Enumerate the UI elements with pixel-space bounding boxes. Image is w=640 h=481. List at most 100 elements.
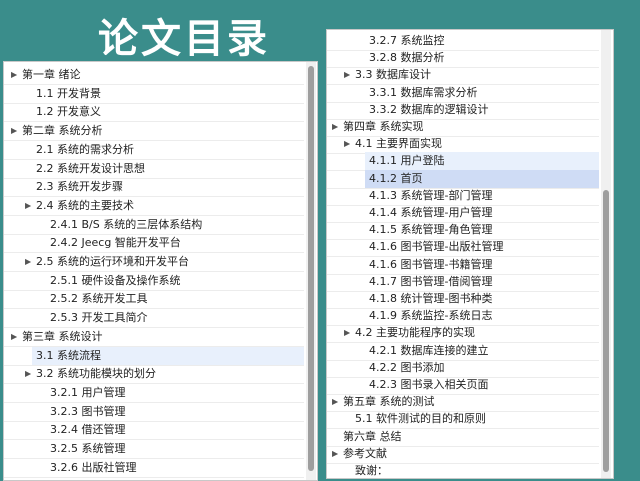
toc-item-label: 4.1.5 系统管理-角色管理 xyxy=(369,223,493,237)
toc-item[interactable]: 4.2.2 图书添加 xyxy=(327,359,599,377)
toc-item-label: 3.2.6 出版社管理 xyxy=(50,460,137,474)
toc-item[interactable]: 4.1.9 系统监控-系统日志 xyxy=(327,307,599,325)
toc-item-label: 2.5.2 系统开发工具 xyxy=(50,292,148,306)
toc-item[interactable]: ▲ 第一章 绪论 xyxy=(4,66,304,84)
collapse-arrow-icon[interactable]: ▲ xyxy=(19,201,37,211)
toc-item-label: 第六章 总结 xyxy=(343,429,402,443)
toc-item-label: 4.2.2 图书添加 xyxy=(369,360,445,374)
toc-item-label: 2.4 系统的主要技术 xyxy=(36,198,134,212)
toc-item-label: 2.1 系统的需求分析 xyxy=(36,142,134,156)
toc-item-label: 3.2.1 用户管理 xyxy=(50,385,126,399)
toc-item-label: 2.4.2 Jeecg 智能开发平台 xyxy=(50,236,181,250)
toc-item-label: 2.5.1 硬件设备及操作系统 xyxy=(50,273,181,287)
toc-item-label: 3.3.2 数据库的逻辑设计 xyxy=(369,102,489,116)
toc-item-label: 第二章 系统分析 xyxy=(22,124,103,138)
scrollbar-left[interactable] xyxy=(306,62,316,480)
collapse-arrow-icon[interactable]: ▲ xyxy=(327,449,344,459)
toc-item-label: 3.2.5 系统管理 xyxy=(50,442,126,455)
toc-item[interactable]: ▲ 第二章 系统分析 xyxy=(4,122,304,140)
toc-item[interactable]: 3.2.4 借还管理 xyxy=(4,421,304,439)
toc-item[interactable]: 4.1.8 统计管理-图书种类 xyxy=(327,290,599,308)
toc-item-label: 致谢： xyxy=(355,464,388,477)
collapse-arrow-icon[interactable]: ▲ xyxy=(327,397,344,407)
collapse-arrow-icon[interactable]: ▲ xyxy=(19,257,37,267)
toc-item-label: 3.3 数据库设计 xyxy=(355,68,431,82)
scrollbar-thumb[interactable] xyxy=(603,190,609,472)
toc-item[interactable]: ▲ 2.5 系统的运行环境和开发平台 xyxy=(4,253,304,271)
collapse-arrow-icon[interactable]: ▲ xyxy=(338,139,356,149)
toc-item-label: 参考文献 xyxy=(343,446,387,460)
toc-item-label: 2.5 系统的运行环境和开发平台 xyxy=(36,255,189,268)
collapse-arrow-icon[interactable]: ▲ xyxy=(19,369,37,379)
toc-item[interactable]: ▲ 3.2 系统功能模块的划分 xyxy=(4,365,304,383)
toc-panel-left[interactable]: ▲ 第一章 绪论 1.1 开发背景 1.2 开发意义 ▲ 第二章 系统分析 2.1 系统的需… xyxy=(3,61,318,481)
toc-item-label: 3.1 系统流程 xyxy=(36,348,101,362)
toc-item[interactable]: 3.2.5 系统管理 xyxy=(4,440,304,458)
toc-item-label: 4.1.1 用户登陆 xyxy=(369,154,445,168)
toc-item-label: 4.1.9 系统监控-系统日志 xyxy=(369,309,493,323)
toc-item[interactable]: 3.1 系统流程 xyxy=(32,346,304,365)
collapse-arrow-icon[interactable]: ▲ xyxy=(5,126,23,136)
toc-item-label: 4.1.2 首页 xyxy=(369,171,423,185)
toc-item-label: 3.2 系统功能模块的划分 xyxy=(36,367,156,381)
scrollbar-thumb[interactable] xyxy=(308,66,314,471)
toc-item[interactable]: 3.2.3 图书管理 xyxy=(4,403,304,421)
toc-item[interactable]: 4.2.3 图书录入相关页面 xyxy=(327,376,599,394)
scrollbar-right[interactable] xyxy=(601,30,611,478)
collapse-arrow-icon[interactable]: ▲ xyxy=(338,70,356,80)
collapse-arrow-icon[interactable]: ▲ xyxy=(327,122,344,132)
toc-item[interactable]: 3.2.8 数据分析 xyxy=(327,49,599,67)
toc-item[interactable]: 2.1 系统的需求分析 xyxy=(4,141,304,159)
toc-item[interactable]: 1.1 开发背景 xyxy=(4,85,304,103)
toc-item[interactable]: 4.1.4 系统管理-用户管理 xyxy=(327,204,599,222)
toc-item-label: 4.1.3 系统管理-部门管理 xyxy=(369,188,493,202)
toc-item[interactable]: 4.1.3 系统管理-部门管理 xyxy=(327,187,599,205)
toc-item-label: 3.3.1 数据库需求分析 xyxy=(369,85,478,99)
toc-item[interactable]: 第六章 总结 xyxy=(327,428,599,446)
toc-item[interactable]: ▲ 第四章 系统实现 xyxy=(327,118,599,136)
toc-item-label: 4.1.6 图书管理-出版社管理 xyxy=(369,240,504,254)
collapse-arrow-icon[interactable]: ▲ xyxy=(338,328,356,338)
toc-item-label: 1.1 开发背景 xyxy=(36,86,101,100)
toc-item[interactable]: 2.3 系统开发步骤 xyxy=(4,178,304,196)
toc-item[interactable]: ▲ 4.1 主要界面实现 xyxy=(327,135,599,153)
toc-item[interactable]: 4.1.6 图书管理-书籍管理 xyxy=(327,256,599,274)
toc-item[interactable]: ▲ 第三章 系统设计 xyxy=(4,328,304,346)
toc-item[interactable]: 3.2.6 出版社管理 xyxy=(4,459,304,477)
toc-item[interactable]: 4.2.1 数据库连接的建立 xyxy=(327,342,599,360)
toc-item-label: 4.1 主要界面实现 xyxy=(355,137,442,151)
toc-item[interactable]: 2.5.3 开发工具简介 xyxy=(4,309,304,327)
toc-item[interactable]: 4.1.1 用户登陆 xyxy=(365,152,599,171)
toc-item[interactable]: ▲ 2.4 系统的主要技术 xyxy=(4,197,304,215)
toc-item-label: 3.2.3 图书管理 xyxy=(50,404,126,418)
toc-item[interactable]: ▲ 参考文献 xyxy=(327,445,599,463)
toc-item-label: 第一章 绪论 xyxy=(22,68,81,81)
toc-item[interactable]: 3.2.1 用户管理 xyxy=(4,384,304,402)
toc-item[interactable]: 2.5.2 系统开发工具 xyxy=(4,290,304,308)
toc-item[interactable]: 2.4.2 Jeecg 智能开发平台 xyxy=(4,234,304,252)
toc-item-label: 4.1.8 统计管理-图书种类 xyxy=(369,292,493,305)
toc-item-label: 4.2.3 图书录入相关页面 xyxy=(369,378,489,391)
toc-item-label: 第三章 系统设计 xyxy=(22,329,103,343)
toc-item[interactable]: 2.2 系统开发设计思想 xyxy=(4,160,304,178)
toc-item[interactable]: 4.1.6 图书管理-出版社管理 xyxy=(327,238,599,256)
toc-item[interactable]: 2.5.1 硬件设备及操作系统 xyxy=(4,272,304,290)
toc-item[interactable]: ▲ 4.2 主要功能程序的实现 xyxy=(327,324,599,342)
collapse-arrow-icon[interactable]: ▲ xyxy=(5,332,23,342)
toc-item[interactable]: 4.1.2 首页 xyxy=(365,169,599,188)
toc-item[interactable]: ▲ 第五章 系统的测试 xyxy=(327,393,599,411)
toc-item[interactable]: 1.2 开发意义 xyxy=(4,103,304,121)
toc-item[interactable]: 致谢： xyxy=(327,462,599,478)
toc-item-label: 2.3 系统开发步骤 xyxy=(36,180,123,194)
toc-item[interactable]: 3.3.2 数据库的逻辑设计 xyxy=(327,101,599,119)
collapse-arrow-icon[interactable]: ▲ xyxy=(5,70,23,80)
toc-panel-right[interactable]: 3.2.7 系统监控 3.2.8 数据分析 ▲ 3.3 数据库设计 3.3.1 数据库需… xyxy=(326,29,614,479)
toc-item-label: 第五章 系统的测试 xyxy=(343,395,435,409)
toc-item[interactable]: ▲ 3.3 数据库设计 xyxy=(327,66,599,84)
toc-item[interactable]: 2.4.1 B/S 系统的三层体系结构 xyxy=(4,216,304,234)
toc-item[interactable]: 3.2.7 系统监控 xyxy=(327,32,599,50)
toc-item[interactable]: 5.1 软件测试的目的和原则 xyxy=(327,410,599,428)
toc-item[interactable]: 4.1.5 系统管理-角色管理 xyxy=(327,221,599,239)
toc-item[interactable]: 4.1.7 图书管理-借阅管理 xyxy=(327,273,599,291)
toc-item[interactable]: 3.3.1 数据库需求分析 xyxy=(327,84,599,102)
